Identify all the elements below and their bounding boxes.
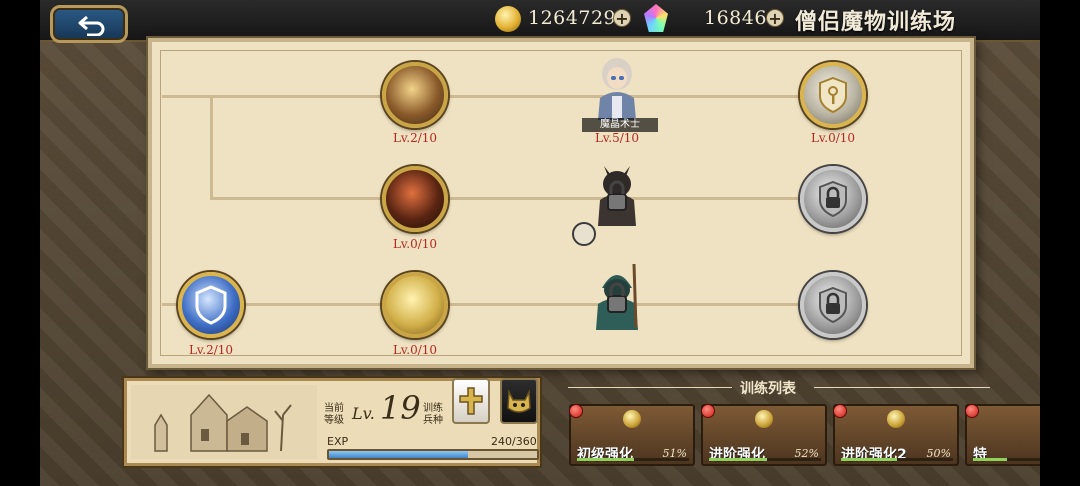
training-progress-bar bbox=[973, 458, 1040, 461]
skill-node-locked[interactable] bbox=[800, 272, 866, 338]
gold-orb-icon bbox=[623, 410, 641, 428]
skill-node-priest[interactable] bbox=[382, 62, 448, 128]
tree-connector bbox=[162, 95, 812, 98]
tree-connector bbox=[162, 303, 812, 306]
lock-icon bbox=[819, 286, 847, 324]
training-progress-bar bbox=[709, 458, 821, 461]
divider bbox=[568, 387, 732, 388]
exp-progress-fill bbox=[329, 451, 468, 458]
top-bar: 1264729 + 16846 + 僧侣魔物训练场 bbox=[40, 0, 1040, 43]
back-button[interactable] bbox=[50, 5, 128, 43]
add-gem-button[interactable]: + bbox=[766, 9, 784, 27]
training-card[interactable]: 特 bbox=[965, 404, 1040, 466]
training-progress-bar bbox=[577, 458, 689, 461]
tree-connector bbox=[210, 95, 213, 199]
training-card-label: 进阶强化2 bbox=[841, 447, 907, 463]
gold-amount: 1264729 bbox=[528, 7, 617, 29]
skill-node-shield-key[interactable] bbox=[800, 62, 866, 128]
monster-class-button[interactable] bbox=[500, 378, 538, 424]
training-card-label: 进阶强化 bbox=[709, 447, 765, 463]
exp-label: EXP bbox=[327, 435, 349, 448]
training-card-label: 特 bbox=[973, 447, 987, 463]
training-progress-fill bbox=[577, 458, 635, 461]
current-level: Lv. 19 bbox=[352, 389, 421, 427]
skill-level-label: Lv.0/10 bbox=[392, 343, 438, 357]
skill-level-label: Lv.2/10 bbox=[188, 343, 234, 357]
notification-dot bbox=[833, 404, 847, 418]
rainbow-gem-icon bbox=[644, 4, 668, 32]
lock-icon bbox=[819, 180, 847, 218]
character-name-plate: 魔晶术士 bbox=[582, 118, 658, 132]
crystal-mage-character[interactable] bbox=[590, 52, 644, 128]
training-progress-fill bbox=[709, 458, 768, 461]
skill-node-locked[interactable] bbox=[800, 166, 866, 232]
cross-icon bbox=[459, 387, 483, 415]
notification-dot bbox=[701, 404, 715, 418]
return-arrow-icon bbox=[78, 15, 105, 36]
notification-dot bbox=[569, 404, 583, 418]
skill-level-label: Lv.5/10 bbox=[594, 131, 640, 145]
training-ground-screen: 1264729 + 16846 + 僧侣魔物训练场 Lv.2/10 魔晶术士 L… bbox=[40, 0, 1040, 486]
skill-tree-board: Lv.2/10 魔晶术士 Lv.5/10 Lv.0/10 Lv.0/10 Lv.… bbox=[148, 38, 974, 368]
skill-level-label: Lv.0/10 bbox=[810, 131, 856, 145]
cat-face-icon bbox=[507, 389, 531, 413]
training-card[interactable]: 进阶强化 52% bbox=[701, 404, 827, 466]
training-card[interactable]: 初级强化 51% bbox=[569, 404, 695, 466]
skill-level-label: Lv.2/10 bbox=[392, 131, 438, 145]
exp-progress-bar bbox=[327, 449, 539, 460]
tree-connector bbox=[210, 197, 810, 200]
priest-class-button[interactable] bbox=[452, 378, 490, 424]
graveyard-church-illustration bbox=[131, 385, 317, 459]
training-progress-fill bbox=[841, 458, 897, 461]
add-gold-button[interactable]: + bbox=[613, 9, 631, 27]
training-list-title: 训练列表 bbox=[740, 381, 796, 397]
gold-orb-icon bbox=[887, 410, 905, 428]
skill-node-fire-beast[interactable] bbox=[382, 166, 448, 232]
small-lock-icon bbox=[572, 222, 596, 246]
notification-dot bbox=[965, 404, 979, 418]
skill-level-label: Lv.0/10 bbox=[392, 237, 438, 251]
training-progress-fill bbox=[973, 458, 1007, 461]
skill-node-healing-hand[interactable] bbox=[382, 272, 448, 338]
locked-green-character[interactable] bbox=[590, 258, 644, 334]
current-label: 当前 等级 bbox=[324, 403, 344, 426]
shield-key-icon bbox=[819, 76, 847, 114]
training-progress-bar bbox=[841, 458, 953, 461]
holy-shield-icon bbox=[195, 285, 227, 325]
gold-coin-icon bbox=[495, 6, 521, 32]
skill-node-holy-shield[interactable] bbox=[178, 272, 244, 338]
training-card[interactable]: 进阶强化2 50% bbox=[833, 404, 959, 466]
training-list-header: 训练列表 bbox=[560, 378, 990, 397]
training-card-label: 初级强化 bbox=[577, 447, 633, 463]
page-title: 僧侣魔物训练场 bbox=[795, 10, 957, 35]
divider bbox=[814, 387, 990, 388]
train-unit-label: 训练 兵种 bbox=[423, 403, 443, 426]
exp-value: 240/360 bbox=[491, 435, 537, 448]
gold-orb-icon bbox=[755, 410, 773, 428]
locked-dark-character[interactable] bbox=[590, 156, 644, 232]
gem-amount: 16846 bbox=[704, 7, 767, 29]
